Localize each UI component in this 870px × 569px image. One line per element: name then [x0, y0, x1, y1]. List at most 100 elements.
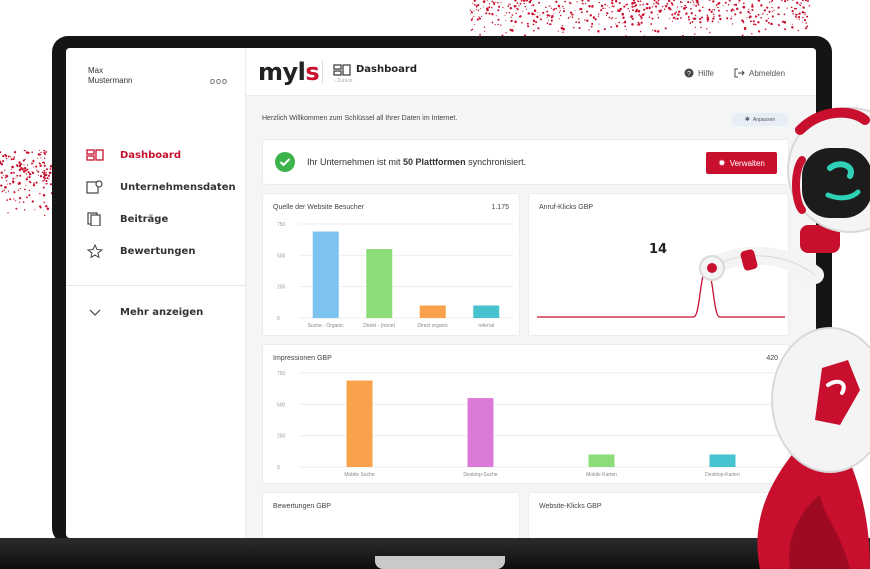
dot-mark — [43, 179, 46, 181]
dot-mark — [25, 184, 27, 186]
dot-mark — [33, 182, 35, 184]
dot-mark — [761, 14, 763, 16]
dot-mark — [3, 189, 5, 192]
dot-mark — [576, 1, 578, 3]
dot-mark — [481, 15, 483, 18]
dot-mark — [623, 20, 627, 24]
dot-mark — [41, 171, 44, 174]
y-tick-label: 250 — [277, 434, 286, 440]
dot-mark — [28, 173, 32, 176]
dot-mark — [42, 186, 45, 189]
dot-mark — [590, 25, 593, 28]
dot-mark — [622, 22, 624, 24]
logo-separator — [322, 60, 323, 84]
x-tick-label: Suche - Organic — [308, 323, 345, 329]
user-menu[interactable]: Max Mustermann ooo — [88, 66, 228, 96]
dot-mark — [4, 186, 7, 189]
logout-button[interactable]: Abmelden — [734, 68, 785, 78]
dot-mark — [509, 6, 513, 10]
dot-mark — [569, 2, 572, 5]
stage: Max Mustermann ooo Dashboard Unternehmen… — [0, 0, 870, 569]
dot-mark — [522, 10, 524, 12]
dot-mark — [470, 12, 471, 14]
dot-mark — [511, 29, 514, 32]
dot-mark — [804, 11, 806, 14]
dot-mark — [653, 3, 655, 5]
dot-mark — [724, 1, 727, 4]
dot-mark — [31, 200, 34, 203]
sidebar-item-unternehmensdaten[interactable]: Unternehmensdaten — [86, 178, 236, 196]
help-button[interactable]: ? Hilfe — [684, 68, 714, 78]
dot-mark — [12, 158, 15, 161]
dot-mark — [24, 158, 26, 161]
myls-logo[interactable]: myls — [258, 58, 320, 86]
dot-mark — [691, 0, 694, 1]
dot-mark — [713, 15, 715, 18]
dot-mark — [478, 17, 482, 20]
y-tick-label: 750 — [277, 371, 286, 377]
dot-mark — [640, 21, 643, 24]
dot-mark — [681, 1, 683, 3]
dot-mark — [680, 17, 682, 19]
dot-mark — [746, 17, 748, 19]
dot-mark — [635, 4, 638, 7]
dashboard-icon — [86, 148, 104, 162]
dot-mark — [478, 16, 480, 18]
dot-mark — [540, 18, 542, 21]
dot-mark — [684, 4, 687, 7]
dot-mark — [26, 176, 29, 178]
show-more-button[interactable]: Mehr anzeigen — [86, 303, 203, 321]
dot-mark — [741, 19, 744, 23]
dot-mark — [19, 197, 22, 200]
sidebar-item-beitraege[interactable]: Beiträge — [86, 210, 168, 228]
bar — [588, 454, 615, 467]
back-link[interactable]: ‹ Zurück — [334, 78, 352, 84]
sidebar-item-dashboard[interactable]: Dashboard — [86, 146, 181, 164]
dot-mark — [717, 2, 720, 5]
logout-label: Abmelden — [749, 68, 786, 78]
dot-mark — [690, 8, 692, 10]
dot-mark — [675, 11, 677, 14]
dot-mark — [798, 18, 800, 20]
dot-mark — [505, 19, 507, 21]
dot-mark — [40, 151, 42, 154]
dot-mark — [0, 171, 3, 174]
dot-mark — [802, 16, 804, 19]
dot-mark — [43, 164, 46, 167]
dot-mark — [533, 29, 535, 32]
dot-mark — [27, 151, 30, 155]
dot-mark — [742, 5, 746, 9]
dot-mark — [521, 21, 523, 24]
dot-mark — [19, 187, 22, 190]
dot-mark — [475, 4, 477, 6]
dot-mark — [532, 4, 535, 7]
dot-mark — [37, 153, 41, 156]
dot-mark — [40, 157, 42, 159]
dot-mark — [661, 5, 664, 8]
dot-mark — [627, 8, 629, 10]
dot-mark — [603, 28, 606, 31]
dot-mark — [757, 13, 760, 16]
dot-mark — [510, 16, 512, 18]
dot-mark — [500, 24, 502, 26]
dot-mark — [786, 7, 788, 9]
dot-mark — [618, 21, 621, 24]
dot-mark — [23, 164, 25, 166]
dot-mark — [45, 179, 48, 183]
dot-mark — [598, 1, 600, 4]
sidebar-item-bewertungen[interactable]: Bewertungen — [86, 242, 195, 260]
dot-mark — [615, 17, 617, 20]
dot-mark — [1, 190, 4, 193]
visitor-source-bar-chart: 0 250 500 750 Suche - Organic Direkt - (none)… — [277, 222, 513, 329]
dot-mark — [11, 165, 14, 169]
dot-mark — [783, 13, 786, 16]
dot-mark — [510, 19, 513, 23]
robot-mascot — [699, 107, 870, 569]
more-options-icon[interactable]: ooo — [210, 76, 228, 86]
dot-mark — [694, 14, 697, 17]
dot-mark — [751, 3, 754, 6]
dot-mark — [488, 6, 491, 9]
dot-mark — [580, 11, 583, 14]
dot-mark — [642, 3, 645, 5]
dot-mark — [471, 11, 473, 14]
